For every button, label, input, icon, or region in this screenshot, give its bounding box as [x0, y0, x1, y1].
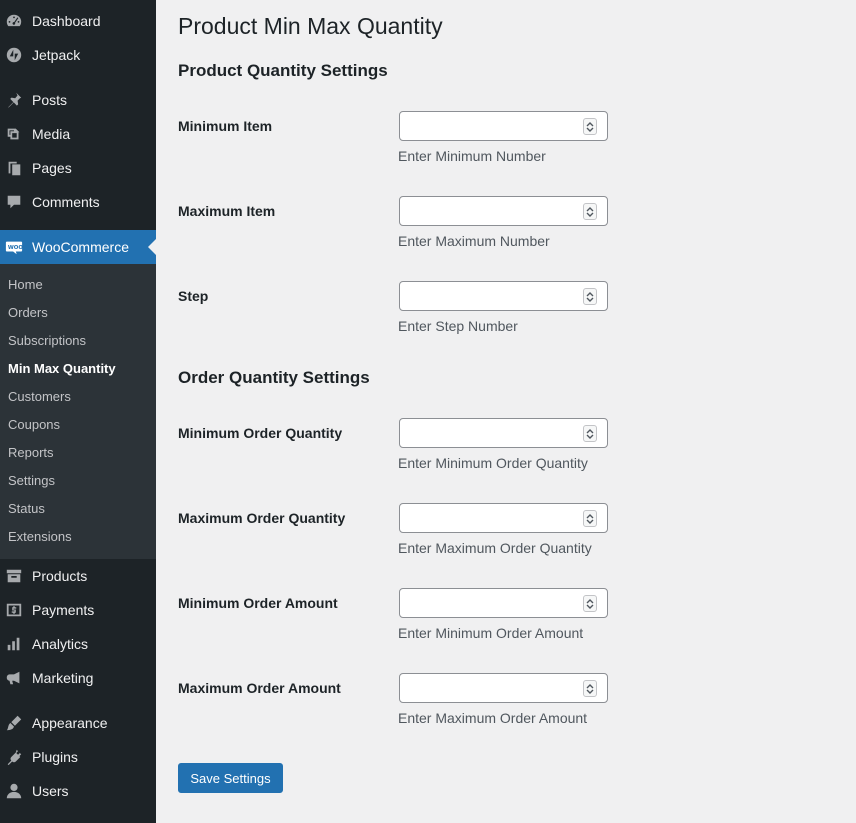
- megaphone-icon: [4, 668, 24, 688]
- menu-label: Analytics: [32, 635, 89, 652]
- spinner-icon[interactable]: [583, 425, 597, 442]
- pages-icon: [4, 158, 24, 178]
- minimum-item-input[interactable]: [399, 111, 608, 141]
- submenu-item-orders[interactable]: Orders: [0, 298, 156, 326]
- minimum-order-quantity-label: Minimum Order Quantity: [178, 425, 343, 441]
- maximum-order-quantity-input[interactable]: [399, 503, 608, 533]
- menu-label: Dashboard: [32, 13, 101, 29]
- submenu-item-customers[interactable]: Customers: [0, 382, 156, 410]
- maximum-order-quantity-label: Maximum Order Quantity: [178, 510, 346, 526]
- spinner-icon[interactable]: [583, 595, 597, 612]
- save-settings-button[interactable]: Save Settings: [178, 763, 283, 793]
- menu-item-dashboard[interactable]: Dashboard: [0, 4, 156, 38]
- dashboard-icon: [4, 11, 24, 31]
- submenu-item-min-max-quantity[interactable]: Min Max Quantity: [0, 354, 156, 382]
- payments-icon: [4, 600, 24, 620]
- menu-item-jetpack[interactable]: Jetpack: [0, 38, 156, 72]
- order-quantity-section-title: Order Quantity Settings: [178, 368, 370, 387]
- submenu-item-status[interactable]: Status: [0, 495, 156, 523]
- maximum-order-quantity-description: Enter Maximum Order Quantity: [398, 540, 592, 556]
- spinner-icon[interactable]: [583, 118, 597, 135]
- submenu-item-reports[interactable]: Reports: [0, 439, 156, 467]
- analytics-icon: [4, 634, 24, 654]
- menu-label: Products: [32, 567, 88, 584]
- maximum-item-description: Enter Maximum Number: [398, 233, 550, 249]
- minimum-order-amount-label: Minimum Order Amount: [178, 595, 338, 611]
- menu-item-analytics[interactable]: Analytics: [0, 627, 156, 661]
- maximum-item-input[interactable]: [399, 196, 608, 226]
- spinner-icon[interactable]: [583, 510, 597, 527]
- pin-icon: [4, 90, 24, 110]
- step-label: Step: [178, 288, 209, 304]
- product-quantity-section-title: Product Quantity Settings: [178, 61, 388, 80]
- minimum-item-description: Enter Minimum Number: [398, 148, 546, 164]
- step-description: Enter Step Number: [398, 318, 518, 334]
- menu-item-media[interactable]: Media: [0, 117, 156, 151]
- maximum-item-label: Maximum Item: [178, 203, 276, 219]
- menu-label: Posts: [32, 92, 68, 108]
- menu-item-products[interactable]: Products: [0, 559, 156, 593]
- maximum-order-amount-input[interactable]: [399, 673, 608, 703]
- minimum-order-amount-description: Enter Minimum Order Amount: [398, 625, 584, 641]
- step-input[interactable]: [399, 281, 608, 311]
- page-title: Product Min Max Quantity: [178, 13, 443, 39]
- menu-label: Users: [32, 782, 69, 799]
- menu-item-payments[interactable]: Payments: [0, 593, 156, 627]
- menu-item-users[interactable]: Users: [0, 774, 156, 808]
- minimum-order-quantity-description: Enter Minimum Order Quantity: [398, 455, 588, 471]
- plugin-icon: [4, 747, 24, 767]
- products-icon: [4, 566, 24, 586]
- menu-item-appearance[interactable]: Appearance: [0, 706, 156, 740]
- maximum-order-amount-description: Enter Maximum Order Amount: [398, 710, 588, 726]
- menu-item-comments[interactable]: Comments: [0, 185, 156, 219]
- menu-item-woocommerce[interactable]: WOO WooCommerce: [0, 230, 156, 264]
- submenu-item-extensions[interactable]: Extensions: [0, 523, 156, 551]
- spinner-icon[interactable]: [583, 288, 597, 305]
- svg-text:WOO: WOO: [8, 245, 23, 251]
- maximum-order-amount-label: Maximum Order Amount: [178, 680, 341, 696]
- brush-icon: [4, 713, 24, 733]
- minimum-order-amount-input[interactable]: [399, 588, 608, 618]
- woocommerce-icon: WOO: [4, 237, 24, 257]
- menu-label: Payments: [32, 601, 95, 618]
- admin-sidebar: Dashboard Jetpack Posts Media Pages Comm…: [0, 0, 156, 823]
- woocommerce-submenu: Home Orders Subscriptions Min Max Quanti…: [0, 264, 156, 559]
- minimum-item-label: Minimum Item: [178, 118, 273, 134]
- menu-item-posts[interactable]: Posts: [0, 83, 156, 117]
- minimum-order-quantity-input[interactable]: [399, 418, 608, 448]
- comment-icon: [4, 192, 24, 212]
- menu-item-pages[interactable]: Pages: [0, 151, 156, 185]
- menu-label: Marketing: [32, 669, 94, 686]
- menu-label: Pages: [32, 160, 72, 176]
- menu-item-plugins[interactable]: Plugins: [0, 740, 156, 774]
- menu-label: Media: [32, 126, 71, 142]
- submenu-item-subscriptions[interactable]: Subscriptions: [0, 326, 156, 354]
- menu-label: WooCommerce: [32, 239, 129, 255]
- jetpack-icon: [4, 45, 24, 65]
- spinner-icon[interactable]: [583, 680, 597, 697]
- menu-label: Comments: [32, 194, 100, 210]
- media-icon: [4, 124, 24, 144]
- user-icon: [4, 781, 24, 801]
- menu-label: Plugins: [32, 748, 78, 765]
- menu-item-marketing[interactable]: Marketing: [0, 661, 156, 695]
- submenu-item-coupons[interactable]: Coupons: [0, 410, 156, 438]
- submenu-item-settings[interactable]: Settings: [0, 467, 156, 495]
- menu-label: Jetpack: [32, 47, 81, 63]
- spinner-icon[interactable]: [583, 203, 597, 220]
- menu-label: Appearance: [32, 714, 108, 731]
- submenu-item-home[interactable]: Home: [0, 270, 156, 298]
